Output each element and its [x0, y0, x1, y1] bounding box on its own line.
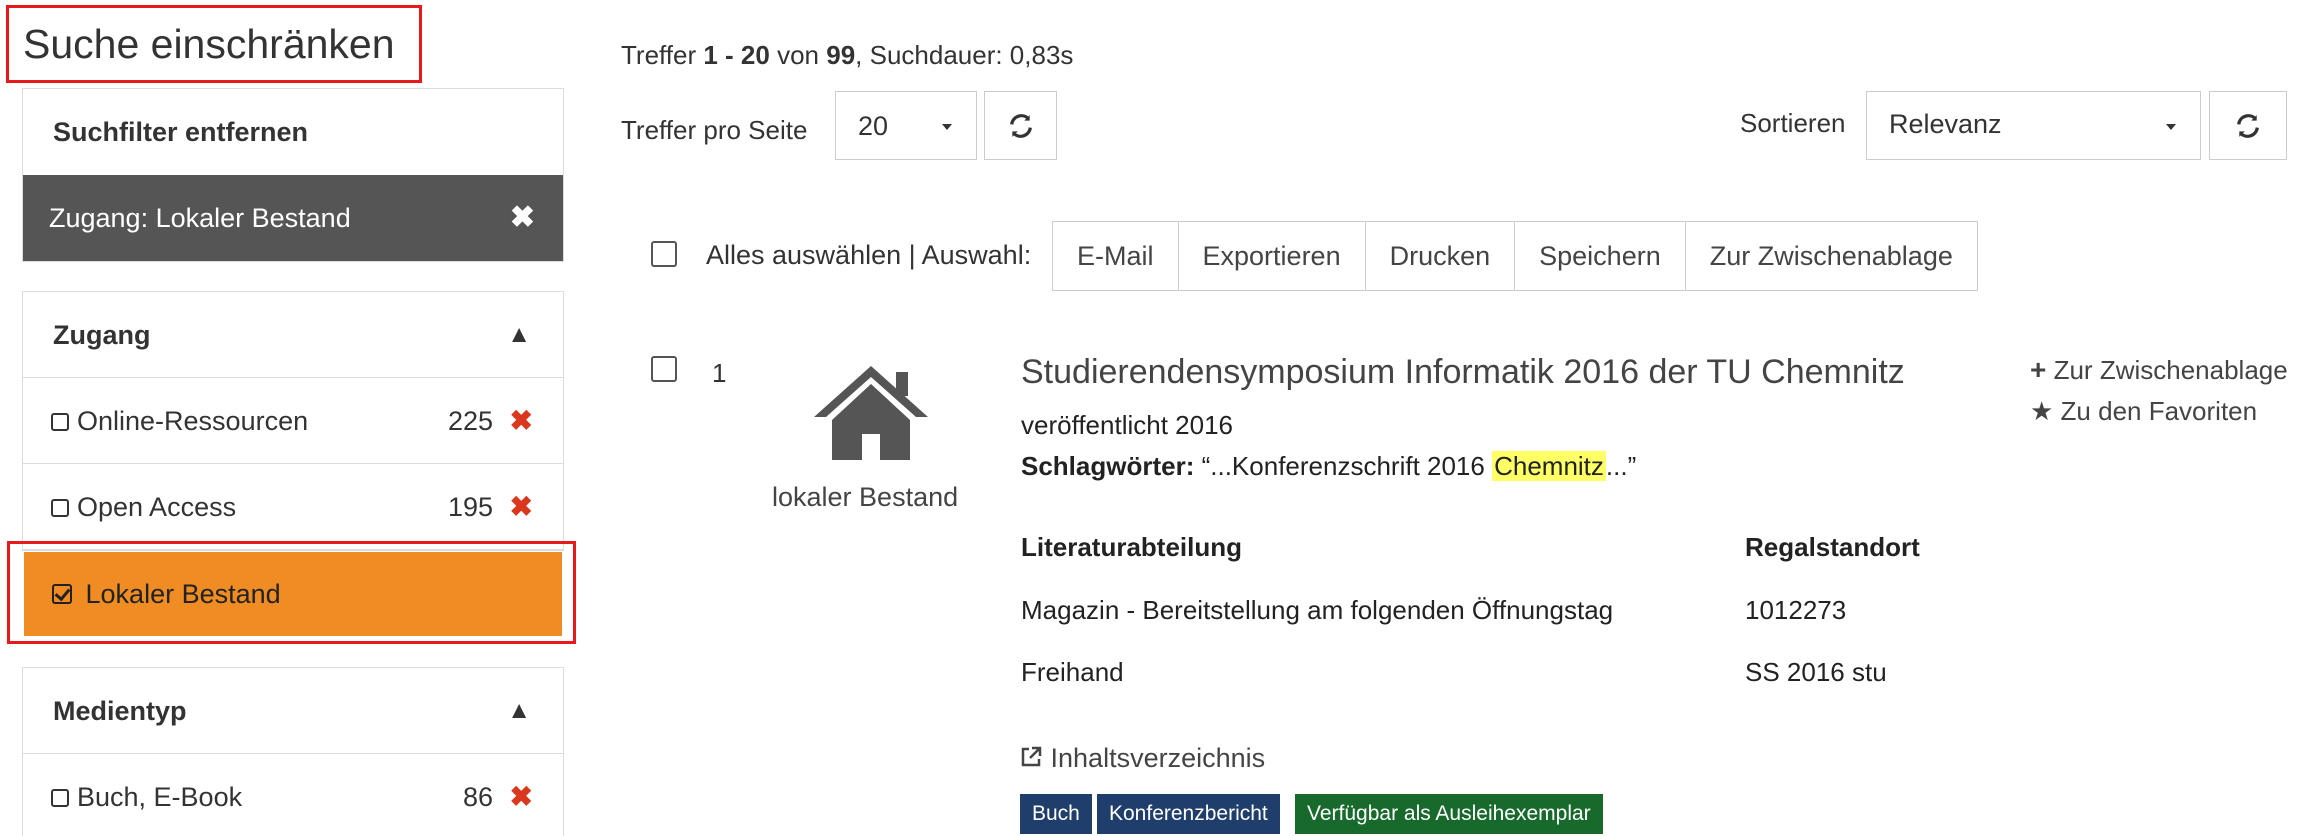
facet-medientyp-title: Medientyp	[53, 696, 187, 726]
exclude-x-icon[interactable]: ✖	[510, 464, 533, 550]
refresh-sort-button[interactable]	[2209, 91, 2287, 160]
facet-item-buch-ebook[interactable]: Buch, E-Book 86 ✖	[23, 754, 563, 836]
checkbox-icon[interactable]	[51, 413, 69, 431]
badge-buch: Buch	[1020, 794, 1092, 834]
results-total: 99	[826, 40, 856, 70]
record-number: 1	[712, 358, 727, 388]
results-range: 1 - 20	[703, 40, 770, 70]
exclude-x-icon[interactable]: ✖	[510, 754, 533, 836]
holdings-header-shelf: Regalstandort	[1745, 532, 1920, 562]
collapse-triangle-icon[interactable]: ▲	[507, 668, 531, 754]
facet-medientyp-heading[interactable]: Medientyp ▲	[23, 668, 563, 754]
selection-toolbar: E-Mail Exportieren Drucken Speichern Zur…	[1052, 221, 1978, 291]
checkbox-icon[interactable]	[51, 789, 69, 807]
exclude-x-icon[interactable]: ✖	[510, 378, 533, 464]
record-icon-label: lokaler Bestand	[772, 482, 959, 512]
remove-filter-icon[interactable]: ✖	[510, 175, 535, 261]
facet-item-online-ressourcen[interactable]: Online-Ressourcen 225 ✖	[23, 378, 563, 464]
plus-icon: +	[2030, 354, 2047, 385]
remove-filters-heading: Suchfilter entfernen	[53, 117, 309, 147]
facet-item-lokaler-bestand[interactable]: Lokaler Bestand	[24, 552, 562, 636]
dropdown-caret-icon	[2166, 124, 2176, 130]
facet-item-label: Lokaler Bestand	[85, 579, 281, 609]
checkbox-icon[interactable]	[51, 499, 69, 517]
results-summary: Treffer 1 - 20 von 99, Suchdauer: 0,83s	[621, 40, 1074, 70]
facet-item-label: Online-Ressourcen	[77, 406, 309, 436]
record-checkbox[interactable]	[651, 356, 677, 382]
print-button[interactable]: Drucken	[1366, 222, 1516, 290]
holdings-dept: Magazin - Bereitstellung am folgenden Öf…	[1021, 595, 1614, 625]
holdings-shelf: 1012273	[1745, 595, 1847, 625]
remove-filters-panel: Suchfilter entfernen Zugang: Lokaler Bes…	[22, 88, 564, 262]
house-icon	[814, 366, 928, 460]
per-page-select[interactable]: 20	[835, 91, 977, 160]
search-highlight: Chemnitz	[1492, 451, 1606, 481]
external-link-icon	[1021, 746, 1042, 767]
badge-konferenzbericht: Konferenzbericht	[1097, 794, 1280, 834]
badge-verfuegbar: Verfügbar als Ausleihexemplar	[1295, 794, 1603, 834]
record-published: veröffentlicht 2016	[1021, 410, 1233, 440]
facet-item-label: Buch, E-Book	[77, 782, 243, 812]
facet-zugang-heading[interactable]: Zugang ▲	[23, 292, 563, 378]
add-to-clipboard-link[interactable]: + Zur Zwischenablage	[2030, 354, 2288, 386]
holdings-dept: Freihand	[1021, 657, 1124, 687]
subjects-label: Schlagwörter:	[1021, 451, 1195, 481]
facet-item-label: Open Access	[77, 492, 237, 522]
record-title[interactable]: Studierendensymposium Informatik 2016 de…	[1021, 353, 1905, 392]
holdings-shelf: SS 2016 stu	[1745, 657, 1887, 687]
facet-zugang-panel: Zugang ▲ Online-Ressourcen 225 ✖ Open Ac…	[22, 291, 564, 551]
facet-item-open-access[interactable]: Open Access 195 ✖	[23, 464, 563, 550]
add-to-favorites-link[interactable]: ★ Zu den Favoriten	[2030, 396, 2257, 427]
refresh-icon	[2237, 113, 2259, 138]
facet-zugang-title: Zugang	[53, 320, 151, 350]
toc-link[interactable]: Inhaltsverzeichnis	[1019, 743, 1265, 774]
email-button[interactable]: E-Mail	[1053, 222, 1179, 290]
checked-checkbox-icon[interactable]	[52, 584, 72, 604]
facet-medientyp-panel: Medientyp ▲ Buch, E-Book 86 ✖	[22, 667, 564, 836]
refresh-per-page-button[interactable]	[984, 91, 1057, 160]
sort-label: Sortieren	[1740, 108, 1846, 138]
record-subjects: Schlagwörter: “...Konferenzschrift 2016 …	[1021, 451, 1637, 481]
holdings-header-dept: Literaturabteilung	[1021, 532, 1243, 562]
select-all-label: Alles auswählen | Auswahl:	[706, 240, 1032, 270]
refresh-icon	[1009, 113, 1032, 138]
select-all-checkbox[interactable]	[651, 241, 677, 267]
clipboard-button[interactable]: Zur Zwischenablage	[1686, 222, 1977, 290]
active-filter-label: Zugang: Lokaler Bestand	[49, 203, 351, 233]
sort-select[interactable]: Relevanz	[1866, 91, 2201, 160]
facet-item-count: 225	[447, 406, 493, 436]
facet-item-count: 86	[462, 782, 493, 812]
save-button[interactable]: Speichern	[1515, 222, 1686, 290]
facet-item-count: 195	[447, 492, 493, 522]
collapse-triangle-icon[interactable]: ▲	[507, 292, 531, 378]
dropdown-caret-icon	[942, 124, 952, 130]
per-page-label: Treffer pro Seite	[621, 115, 808, 145]
selected-facet-highlight: Lokaler Bestand	[7, 541, 576, 644]
search-duration: , Suchdauer: 0,83s	[855, 40, 1074, 70]
sidebar-title: Suche einschränken	[6, 5, 422, 83]
star-icon: ★	[2030, 396, 2054, 426]
active-filter-zugang[interactable]: Zugang: Lokaler Bestand ✖	[23, 175, 563, 261]
export-button[interactable]: Exportieren	[1179, 222, 1366, 290]
